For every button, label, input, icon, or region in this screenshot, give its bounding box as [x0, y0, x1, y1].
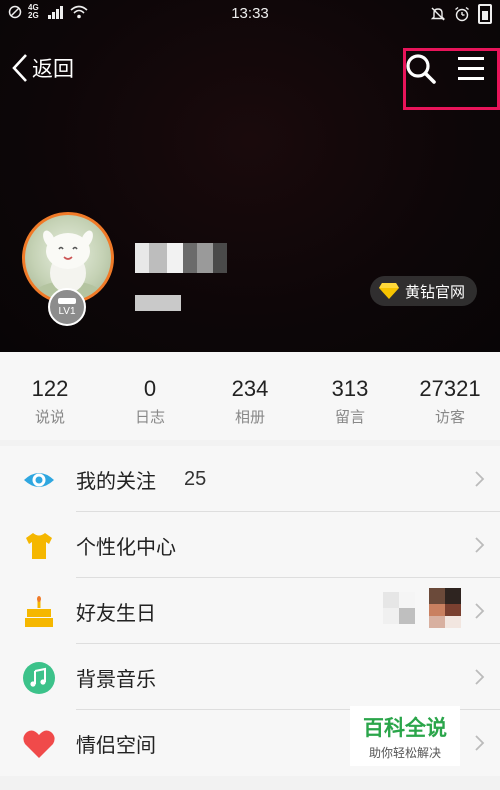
vip-official-button[interactable]: 黄钻官网: [370, 276, 478, 306]
battery-icon: [478, 4, 492, 24]
stat-messages[interactable]: 313 留言: [300, 352, 400, 440]
chevron-right-icon: [475, 735, 485, 751]
stat-value: 234: [231, 376, 269, 401]
heart-icon: [23, 730, 55, 758]
back-button[interactable]: 返回: [10, 52, 74, 84]
friend-avatar: [383, 592, 415, 624]
stat-value: 0: [143, 376, 157, 401]
stat-label: 日志: [134, 409, 165, 426]
menu-item-label: 好友生日: [76, 602, 156, 625]
alarm-icon: [455, 6, 469, 22]
chevron-right-icon: [475, 537, 485, 553]
level-badge-bar: [58, 298, 76, 304]
stat-albums[interactable]: 234 相册: [200, 352, 300, 440]
menu-item-birthdays[interactable]: 好友生日: [0, 578, 500, 644]
chevron-left-icon: [12, 54, 27, 82]
birthday-friend-avatars: [383, 588, 461, 628]
clock: 13:33: [231, 5, 269, 22]
friend-avatar: [429, 588, 461, 628]
vip-label: 黄钻官网: [405, 283, 466, 301]
chevron-right-icon: [475, 669, 485, 685]
mute-bell-icon: [430, 7, 446, 21]
level-badge: LV1: [48, 288, 86, 326]
back-label: 返回: [32, 58, 74, 81]
cake-icon: [25, 596, 53, 627]
stat-posts[interactable]: 122 说说: [0, 352, 100, 440]
highlight-frame: [403, 48, 500, 110]
menu-item-label: 我的关注: [76, 470, 156, 493]
status-bar: 4G 2G 13:33: [0, 0, 500, 28]
username-blurred: [135, 243, 227, 273]
stat-label: 说说: [34, 409, 65, 426]
menu-item-label: 背景音乐: [76, 668, 156, 691]
stat-blogs[interactable]: 0 日志: [100, 352, 200, 440]
signature-blurred: [135, 295, 181, 311]
status-right: [430, 4, 492, 24]
menu-item-label: 情侣空间: [76, 734, 156, 757]
menu-item-personalization[interactable]: 个性化中心: [0, 512, 500, 578]
diamond-icon: [379, 283, 399, 299]
stat-value: 122: [31, 376, 69, 401]
menu-item-following[interactable]: 我的关注 25: [0, 446, 500, 512]
stat-label: 访客: [434, 409, 465, 426]
music-icon: [23, 662, 55, 694]
chevron-right-icon: [475, 471, 485, 487]
stat-value: 313: [331, 376, 369, 401]
stat-label: 留言: [334, 409, 365, 426]
menu-item-label: 个性化中心: [76, 536, 176, 559]
following-count: 25: [184, 467, 207, 490]
chevron-right-icon: [475, 603, 485, 619]
tshirt-icon: [26, 533, 52, 559]
watermark-subtitle: 助你轻松解决: [368, 746, 441, 760]
level-label: LV1: [58, 306, 76, 317]
stats-bar: 122 说说 0 日志 234 相册 313 留言 27321 访客: [0, 352, 500, 440]
stat-label: 相册: [234, 409, 265, 426]
watermark-logo: 百科全说 助你轻松解决: [350, 706, 460, 766]
profile-header: 4G 2G 13:33 返回 LV1 黄钻官网: [0, 0, 500, 352]
menu-item-background-music[interactable]: 背景音乐: [0, 644, 500, 710]
watermark-title: 百科全说: [363, 717, 447, 740]
eye-icon: [24, 473, 54, 487]
stat-value: 27321: [419, 376, 481, 401]
stat-visitors[interactable]: 27321 访客: [400, 352, 500, 440]
